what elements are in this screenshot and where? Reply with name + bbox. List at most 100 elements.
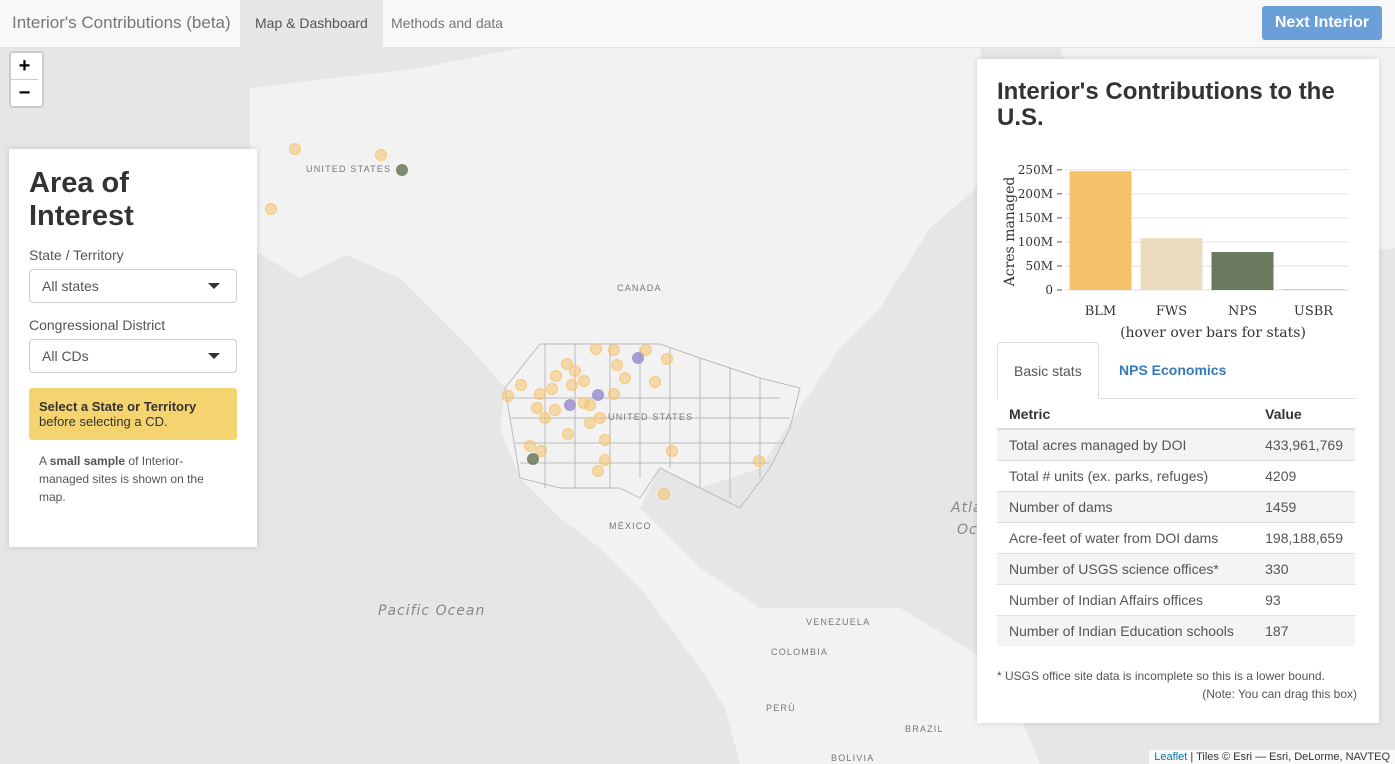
app-brand[interactable]: Interior's Contributions (beta) [12, 13, 231, 33]
y-axis-label: Acres managed [1002, 177, 1018, 288]
site-marker[interactable] [632, 352, 644, 364]
site-marker[interactable] [569, 365, 581, 377]
site-marker[interactable] [584, 399, 596, 411]
tab-basic-stats[interactable]: Basic stats [997, 342, 1099, 399]
table-row: Number of dams 1459 [997, 491, 1355, 523]
note-bold: small sample [49, 454, 126, 468]
site-marker[interactable] [592, 389, 604, 401]
value-cell: 93 [1253, 584, 1355, 616]
site-marker[interactable] [534, 388, 546, 400]
site-marker[interactable] [289, 143, 301, 155]
y-tick-label: 100M [1018, 235, 1053, 249]
panel-title: Interior's Contributions to the U.S. [997, 78, 1335, 131]
x-axis-label: (hover over bars for stats) [1120, 325, 1306, 341]
acres-bar-chart: 0 50M 100M 150M 200M 250M BLM FWS NPS USBR (hover … [1002, 163, 1349, 341]
value-cell: 187 [1253, 615, 1355, 646]
stats-tabs: Basic stats NPS Economics [997, 342, 1355, 399]
tab-nps-economics[interactable]: NPS Economics [1103, 342, 1242, 398]
state-select-value: All states [42, 278, 99, 294]
table-row: Total acres managed by DOI 433,961,769 [997, 428, 1355, 461]
site-marker[interactable] [539, 412, 551, 424]
site-marker[interactable] [608, 344, 620, 356]
x-tick-label: USBR [1294, 304, 1334, 319]
site-marker[interactable] [753, 455, 765, 467]
panel-title: Area of Interest [29, 167, 134, 232]
tab-map-dashboard[interactable]: Map & Dashboard [240, 0, 383, 48]
warning-text: before selecting a CD. [39, 414, 168, 429]
table-row: Total # units (ex. parks, refuges) 4209 [997, 460, 1355, 492]
contributions-panel[interactable]: Interior's Contributions to the U.S. 0 50… [977, 59, 1379, 723]
cd-select-value: All CDs [42, 348, 89, 364]
site-marker[interactable] [590, 343, 602, 355]
bar-blm[interactable] [1069, 171, 1132, 290]
y-tick-label: 200M [1018, 187, 1053, 201]
site-marker[interactable] [550, 370, 562, 382]
site-marker[interactable] [549, 404, 561, 416]
site-marker[interactable] [562, 428, 574, 440]
drag-note: (Note: You can drag this box) [1202, 687, 1357, 701]
site-marker[interactable] [611, 359, 623, 371]
site-marker[interactable] [531, 402, 543, 414]
warning-title: Select a State or Territory [39, 399, 197, 414]
x-tick-label: NPS [1228, 304, 1257, 319]
x-tick-label: FWS [1156, 304, 1187, 319]
zoom-out-button[interactable]: − [11, 79, 38, 106]
y-tick-label: 50M [1025, 259, 1053, 273]
site-marker[interactable] [564, 399, 576, 411]
site-marker[interactable] [265, 203, 277, 215]
metric-cell: Total acres managed by DOI [997, 428, 1254, 461]
area-of-interest-panel[interactable]: Area of Interest State / Territory All s… [9, 149, 257, 547]
table-row: Number of Indian Affairs offices 93 [997, 584, 1355, 616]
header-value: Value [1253, 399, 1355, 430]
site-marker[interactable] [599, 454, 611, 466]
metric-cell: Total # units (ex. parks, refuges) [997, 460, 1254, 492]
site-marker[interactable] [599, 434, 611, 446]
bar-usbr[interactable] [1282, 289, 1345, 291]
metric-cell: Acre-feet of water from DOI dams [997, 522, 1254, 554]
state-label: State / Territory [29, 247, 124, 263]
next-interior-button[interactable]: Next Interior [1262, 6, 1382, 40]
site-marker[interactable] [661, 353, 673, 365]
warning-box: Select a State or Territory before selec… [29, 388, 237, 440]
bar-fws[interactable] [1140, 238, 1203, 290]
zoom-in-button[interactable]: + [11, 53, 38, 79]
site-marker[interactable] [502, 390, 514, 402]
metric-cell: Number of USGS science offices* [997, 553, 1254, 585]
site-marker[interactable] [666, 445, 678, 457]
site-marker[interactable] [375, 149, 387, 161]
site-marker[interactable] [524, 440, 536, 452]
table-row: Number of USGS science offices* 330 [997, 553, 1355, 585]
site-marker[interactable] [566, 379, 578, 391]
table-row: Number of Indian Education schools 187 [997, 615, 1355, 646]
value-cell: 4209 [1253, 460, 1355, 492]
site-marker[interactable] [594, 412, 606, 424]
site-marker[interactable] [649, 376, 661, 388]
site-marker[interactable] [592, 465, 604, 477]
chevron-down-icon [208, 283, 220, 289]
header-metric: Metric [997, 399, 1254, 430]
table-row: Acre-feet of water from DOI dams 198,188,… [997, 522, 1355, 554]
leaflet-link[interactable]: Leaflet [1154, 751, 1187, 763]
metric-cell: Number of dams [997, 491, 1254, 523]
site-marker[interactable] [578, 375, 590, 387]
site-marker[interactable] [396, 164, 408, 176]
tab-methods-data[interactable]: Methods and data [376, 0, 518, 48]
site-marker[interactable] [619, 372, 631, 384]
site-marker[interactable] [527, 453, 539, 465]
value-cell: 330 [1253, 553, 1355, 585]
state-select[interactable]: All states [29, 269, 237, 303]
site-marker[interactable] [608, 388, 620, 400]
tiles-credit: | Tiles © Esri — Esri, DeLorme, NAVTEQ [1187, 751, 1390, 763]
table-header-row: Metric Value [997, 399, 1355, 430]
bar-nps[interactable] [1211, 252, 1274, 290]
metric-cell: Number of Indian Affairs offices [997, 584, 1254, 616]
site-marker[interactable] [658, 488, 670, 500]
site-marker[interactable] [546, 383, 558, 395]
cd-select[interactable]: All CDs [29, 339, 237, 373]
metric-cell: Number of Indian Education schools [997, 615, 1254, 646]
site-marker[interactable] [515, 379, 527, 391]
map-attribution: Leaflet | Tiles © Esri — Esri, DeLorme, … [1149, 750, 1395, 764]
site-marker[interactable] [584, 417, 596, 429]
cd-label: Congressional District [29, 317, 166, 333]
chevron-down-icon [208, 353, 220, 359]
